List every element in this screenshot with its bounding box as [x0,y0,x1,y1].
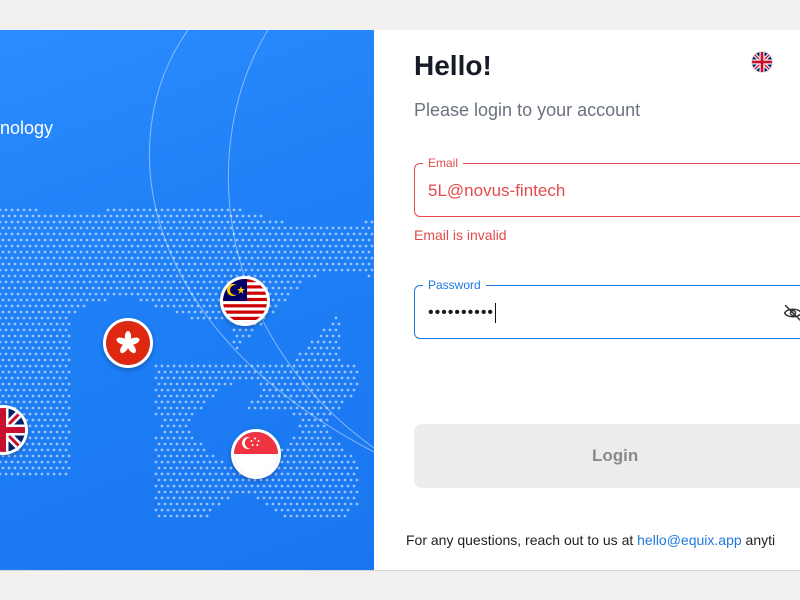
support-email-link[interactable]: hello@equix.app [637,532,742,548]
malaysia-flag-icon [220,276,270,326]
eye-off-icon[interactable] [783,303,800,328]
uk-flag-icon[interactable] [752,52,772,72]
email-input[interactable]: 5L@novus-fintech [428,181,565,201]
password-label: Password [423,277,486,293]
password-input[interactable]: •••••••••• [428,303,497,323]
page-subtitle: Please login to your account [414,100,641,120]
email-error-message: Email is invalid [414,227,507,243]
world-map-illustration [0,30,374,518]
email-field[interactable]: Email 5L@novus-fintech [414,155,800,217]
text-caret [495,303,497,323]
page-title: Hello! [414,50,492,81]
email-label: Email [423,155,464,171]
singapore-flag-icon [231,429,281,479]
support-footer: For any questions, reach out to us at he… [406,532,775,548]
login-button[interactable]: Login [414,424,800,488]
footer-text-before: For any questions, reach out to us at [406,532,638,548]
hong-kong-flag-icon [103,318,153,368]
login-button-label: Login [592,446,639,465]
login-card: nology Hello! Please login to your accou… [0,30,800,570]
hero-tagline: nology [0,118,54,138]
password-value: •••••••••• [428,304,495,322]
login-form-panel: Hello! Please login to your account Emai… [374,30,800,570]
footer-text-after: anyti [741,532,776,548]
password-field[interactable]: Password •••••••••• [414,277,800,339]
hero-panel: nology [0,30,374,570]
page-divider [0,570,800,571]
